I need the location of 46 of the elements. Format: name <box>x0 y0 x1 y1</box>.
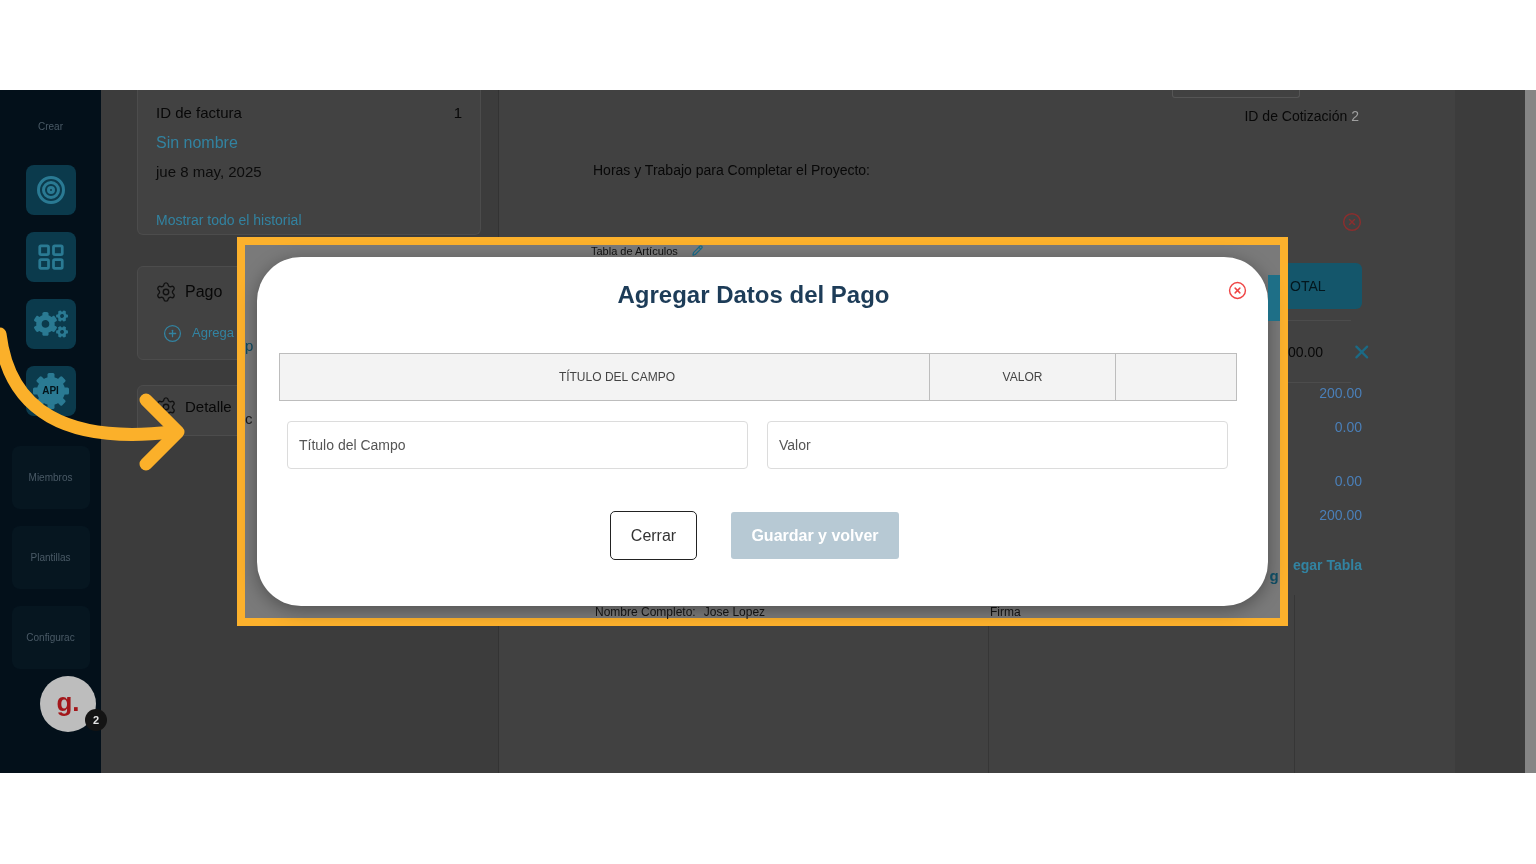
name-value: Jose Lopez <box>703 606 766 618</box>
gear-icon <box>32 373 69 409</box>
link-fragment[interactable]: g <box>1269 567 1279 585</box>
quote-id-label: ID de Cotización <box>1244 108 1348 124</box>
card-title: Detalle <box>185 397 232 417</box>
tool-button[interactable] <box>25 299 76 349</box>
invoice-name[interactable]: Sin nombre <box>156 133 238 153</box>
hours-label: Horas y Trabajo para Completar el Proyecto: <box>593 162 870 178</box>
invoice-id-label: ID de factura <box>156 103 242 123</box>
link-fragment[interactable]: p <box>245 337 254 355</box>
plus-icon <box>163 323 182 343</box>
amount-value: 0.00 <box>1334 472 1362 491</box>
invoice-id-value: 1 <box>453 103 462 123</box>
history-link[interactable]: Mostrar todo el historial <box>156 210 302 230</box>
text-field[interactable]: Valor <box>767 421 1228 469</box>
total-button[interactable]: OTAL <box>1288 263 1362 309</box>
target-icon <box>35 175 66 205</box>
add-link[interactable]: Agrega <box>192 324 234 342</box>
button-fragment[interactable] <box>1268 275 1280 321</box>
amount-value: 200.00 <box>1319 384 1362 403</box>
input-field[interactable] <box>1172 90 1300 98</box>
tool-button[interactable] <box>25 165 76 215</box>
tool-button[interactable] <box>25 232 76 282</box>
settings-icon <box>155 281 177 303</box>
sidebar-item[interactable]: Configurac <box>11 606 90 669</box>
add-table-link[interactable]: egar Tabla <box>1288 555 1362 575</box>
scrollbar[interactable] <box>1525 90 1536 773</box>
signature-label: Firma <box>990 606 1021 618</box>
section-heading: Tabla de Artículos <box>591 245 678 257</box>
section-label: Crear <box>38 120 63 134</box>
sidebar-item[interactable]: Plantillas <box>11 526 90 589</box>
sidebar-item[interactable]: Miembros <box>11 446 90 509</box>
name-label: Nombre Completo: <box>595 606 696 618</box>
column-header: VALOR <box>1002 370 1043 384</box>
text-field[interactable]: Título del Campo <box>287 421 748 469</box>
pencil-icon[interactable] <box>691 245 703 256</box>
column-header: TÍTULO DEL CAMPO <box>558 370 676 384</box>
quote-id-value: 2 <box>1351 108 1359 124</box>
text-fragment: c <box>245 410 253 428</box>
close-button[interactable]: Cerrar <box>610 511 697 560</box>
close-icon[interactable] <box>1228 281 1247 300</box>
grid-icon <box>35 242 66 272</box>
amount-value: 200.00 <box>1319 506 1362 525</box>
card-title: Pago <box>185 282 223 302</box>
amount-value: 0.00 <box>1334 418 1362 437</box>
modal-title: Agregar Datos del Pago <box>616 280 891 310</box>
